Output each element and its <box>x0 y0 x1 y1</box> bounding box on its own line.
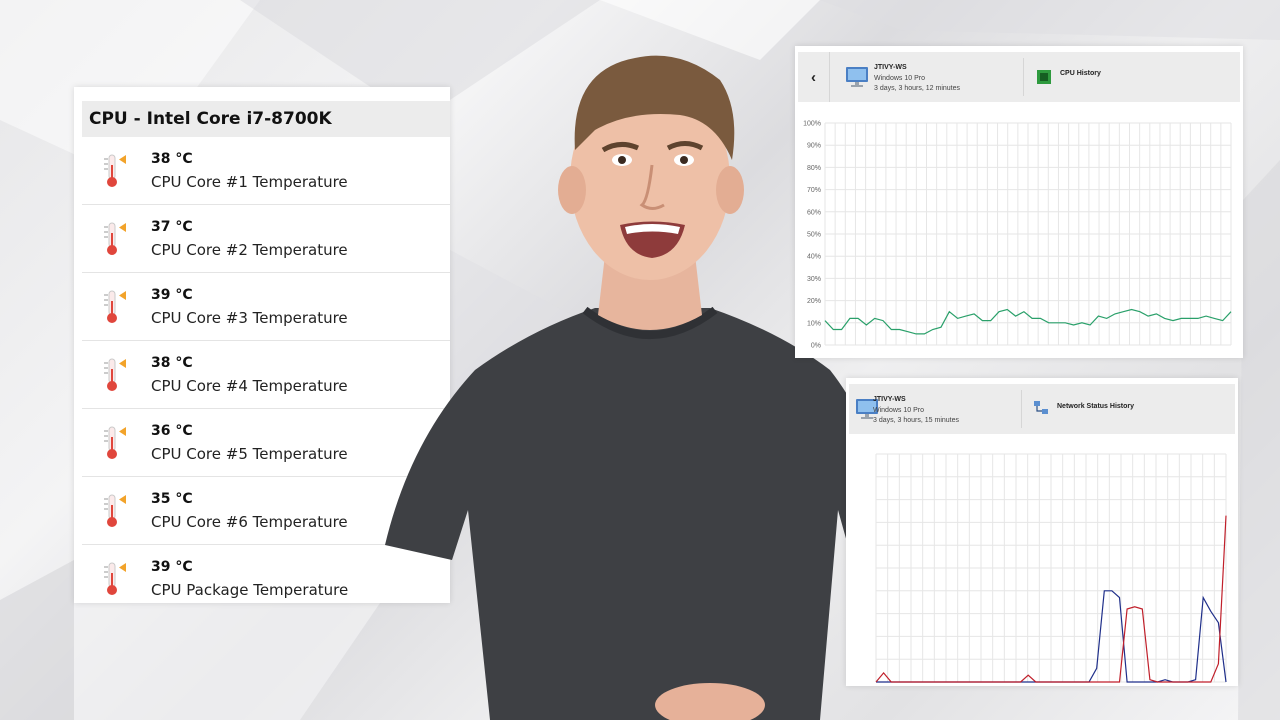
y-tick-label: 60% <box>807 209 821 216</box>
temperature-value: 39 °C <box>151 287 193 303</box>
y-tick-label: 50% <box>807 232 821 239</box>
y-tick-label: 100% <box>803 121 821 128</box>
network-history-panel: JTIVY-WS Windows 10 Pro 3 days, 3 hours,… <box>846 378 1238 686</box>
temperature-value: 36 °C <box>151 423 193 439</box>
y-tick-label: 30% <box>807 276 821 283</box>
temperature-label: CPU Package Temperature <box>151 581 349 599</box>
y-tick-label: 90% <box>807 143 821 150</box>
temperature-value: 39 °C <box>151 559 193 575</box>
temperature-label: CPU Core #1 Temperature <box>151 173 348 191</box>
y-tick-label: 0% <box>811 343 821 350</box>
y-tick-label: 20% <box>807 298 821 305</box>
thermometer-icon <box>104 426 126 459</box>
temperature-value: 38 °C <box>151 151 193 167</box>
temperature-label: CPU Core #5 Temperature <box>151 445 348 463</box>
cpu-history-chart: 100% 90% 80% 70% 60% 50% 40% 30% 20% 10% 0% <box>803 121 1232 350</box>
temperature-label: CPU Core #2 Temperature <box>151 241 348 259</box>
temperature-value: 35 °C <box>151 491 193 507</box>
temperature-value: 37 °C <box>151 219 193 235</box>
thermometer-icon <box>104 562 126 595</box>
thermometer-icon <box>104 222 126 255</box>
thermometer-icon <box>104 358 126 391</box>
temperature-label: CPU Core #3 Temperature <box>151 309 348 327</box>
cpu-history-panel: ‹ JTIVY-WS Windows 10 Pro 3 days, 3 hour… <box>795 46 1243 358</box>
temperature-value: 38 °C <box>151 355 193 371</box>
y-tick-label: 70% <box>807 187 821 194</box>
thermometer-icon <box>104 494 126 527</box>
thermometer-icon <box>104 154 126 187</box>
network-history-chart <box>875 453 1227 683</box>
temperature-label: CPU Core #6 Temperature <box>151 513 348 531</box>
y-tick-label: 80% <box>807 165 821 172</box>
y-tick-label: 40% <box>807 254 821 261</box>
y-tick-label: 10% <box>807 320 821 327</box>
temperature-label: CPU Core #4 Temperature <box>151 377 348 395</box>
thermometer-icon <box>104 290 126 323</box>
